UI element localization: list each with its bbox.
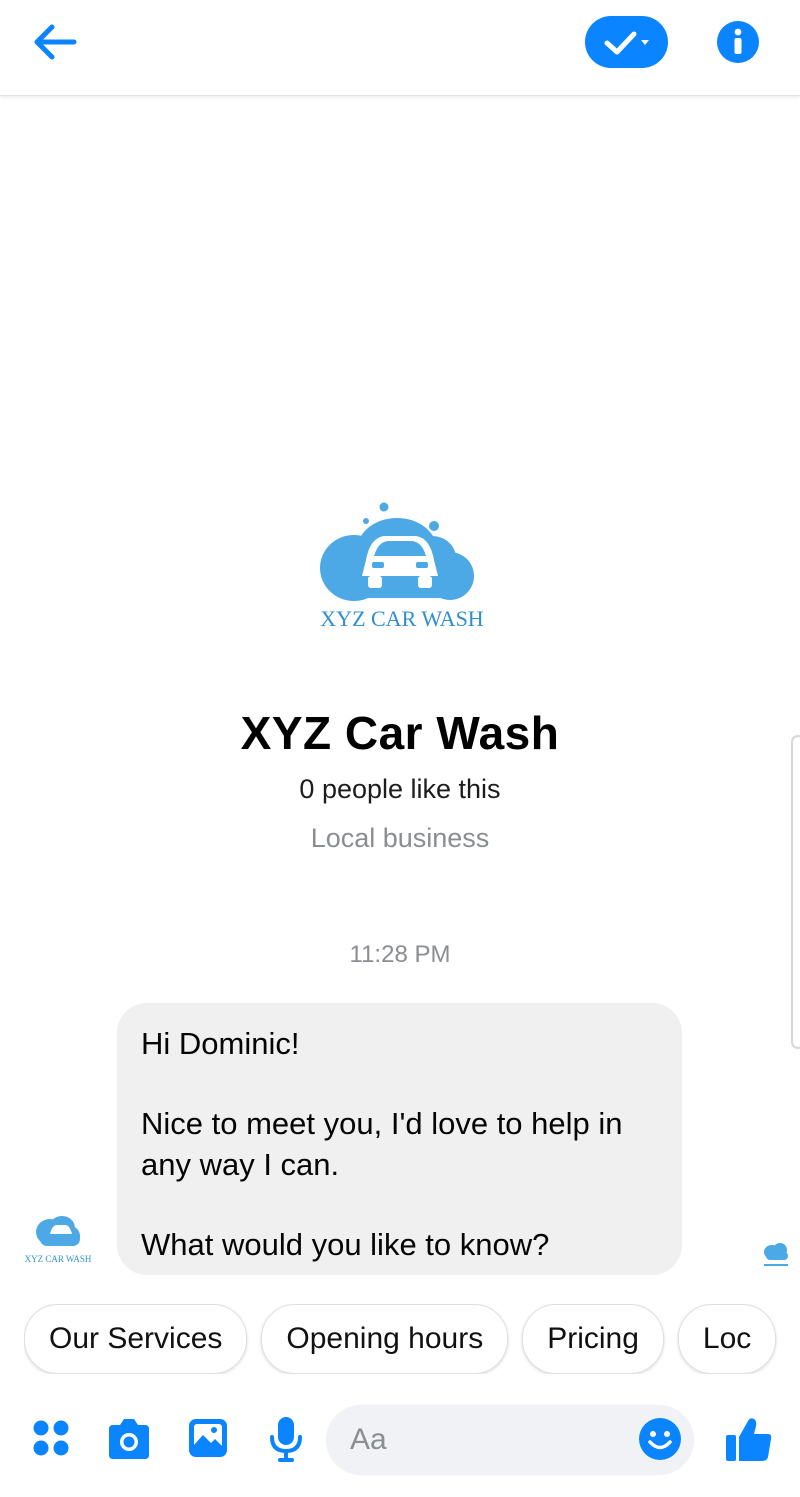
thumbs-up-icon bbox=[726, 1418, 772, 1461]
check-dropdown-icon bbox=[604, 31, 649, 55]
business-logo: XYZ CAR WASH bbox=[312, 498, 492, 633]
seen-indicator-avatar bbox=[756, 1238, 796, 1270]
info-icon bbox=[717, 21, 759, 63]
quick-reply-opening-hours[interactable]: Opening hours bbox=[261, 1304, 509, 1374]
more-actions-button[interactable] bbox=[32, 1419, 70, 1462]
grid-icon bbox=[33, 1420, 69, 1456]
emoji-icon bbox=[639, 1418, 681, 1460]
likes-count: 0 people like this bbox=[299, 774, 501, 804]
gallery-icon bbox=[189, 1419, 227, 1457]
message-line: Nice to meet you, I'd love to help in an… bbox=[141, 1106, 623, 1182]
sender-avatar[interactable]: XYZ CAR WASH bbox=[20, 1208, 96, 1266]
message-bubble[interactable]: Hi Dominic! Nice to meet you, I'd love t… bbox=[117, 1003, 682, 1275]
back-button[interactable] bbox=[30, 20, 80, 64]
business-category: Local business bbox=[310, 823, 490, 853]
message-line: Hi Dominic! bbox=[141, 1026, 300, 1061]
edge-panel-handle[interactable] bbox=[791, 735, 800, 1049]
message-line: What would you like to know? bbox=[141, 1227, 550, 1262]
svg-text:XYZ CAR WASH: XYZ CAR WASH bbox=[25, 1254, 92, 1264]
quick-reply-location[interactable]: Loc bbox=[677, 1304, 777, 1374]
quick-reply-pricing[interactable]: Pricing bbox=[522, 1304, 664, 1374]
microphone-icon bbox=[270, 1417, 302, 1462]
camera-icon bbox=[109, 1419, 149, 1459]
quick-replies: Our Services Opening hours Pricing Loc bbox=[24, 1304, 800, 1374]
status-dropdown-button[interactable] bbox=[585, 16, 668, 68]
emoji-button[interactable] bbox=[638, 1417, 682, 1461]
message-composer bbox=[0, 1395, 800, 1490]
quick-reply-our-services[interactable]: Our Services bbox=[24, 1304, 248, 1374]
arrow-left-icon bbox=[34, 24, 77, 60]
info-button[interactable] bbox=[716, 20, 760, 64]
gallery-button[interactable] bbox=[187, 1417, 229, 1464]
voice-button[interactable] bbox=[268, 1415, 304, 1468]
top-bar bbox=[0, 0, 800, 96]
like-button[interactable] bbox=[724, 1415, 774, 1465]
page-title: XYZ Car Wash bbox=[240, 707, 560, 759]
svg-text:XYZ CAR WASH: XYZ CAR WASH bbox=[320, 606, 484, 631]
message-timestamp: 11:28 PM bbox=[349, 941, 451, 968]
camera-button[interactable] bbox=[105, 1417, 153, 1466]
